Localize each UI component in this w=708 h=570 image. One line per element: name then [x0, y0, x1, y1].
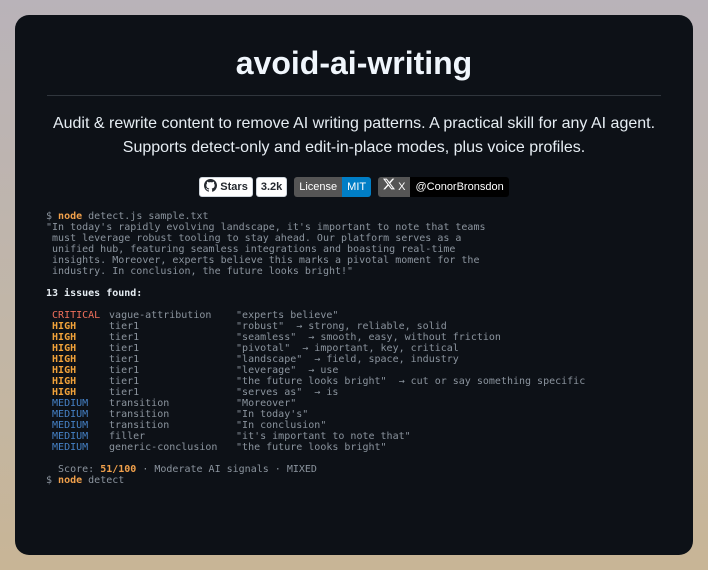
issue-row: MEDIUM filler "it's important to note that…	[46, 431, 585, 442]
x-logo-icon	[383, 177, 396, 197]
issue-match: "In conclusion"	[236, 420, 327, 431]
sample-text-line: unified hub, featuring seamless integrat…	[46, 244, 585, 255]
issue-severity: MEDIUM	[52, 409, 89, 420]
issue-row: HIGH tier1 "pivotal" → important, key, cri…	[46, 343, 585, 354]
description: Audit & rewrite content to remove AI wri…	[15, 112, 693, 160]
score-line: Score: 51/100 · Moderate AI signals · MI…	[46, 464, 585, 475]
prompt-symbol: $	[46, 211, 59, 222]
x-badge-left: X	[378, 177, 411, 197]
issue-row: HIGH tier1 "seamless" → smooth, easy, with…	[46, 332, 585, 343]
sample-text: must leverage robust tooling to stay ahe…	[46, 233, 462, 244]
issue-match: "Moreover"	[236, 398, 297, 409]
description-line-1: Audit & rewrite content to remove AI wri…	[52, 115, 656, 132]
sample-text: industry. In conclusion, the future look…	[46, 266, 354, 277]
issue-category: tier1	[109, 365, 140, 376]
issue-severity: HIGH	[52, 321, 77, 332]
issue-severity: MEDIUM	[52, 442, 89, 453]
issue-row: HIGH tier1 "robust" → strong, reliable, so…	[46, 321, 585, 332]
issue-match: "landscape" → field, space, industry	[236, 354, 459, 365]
x-profile-badge[interactable]: X @ConorBronsdon	[378, 177, 509, 197]
issue-match: "pivotal" → important, key, critical	[236, 343, 459, 354]
issue-severity: HIGH	[52, 354, 77, 365]
issue-category: tier1	[109, 354, 140, 365]
issue-category: transition	[109, 398, 170, 409]
issue-match: "it's important to note that"	[236, 431, 411, 442]
issue-severity: CRITICAL	[52, 310, 101, 321]
score-summary: · Moderate AI signals · MIXED	[136, 464, 317, 475]
issue-match: "serves as" → is	[236, 387, 339, 398]
terminal-output: $ node detect.js sample.txt "In today's r…	[46, 211, 585, 486]
command-args: detect	[82, 475, 125, 486]
page-title: avoid-ai-writing	[235, 45, 473, 81]
score-value: 51/100	[100, 464, 137, 475]
command-line-2: $ node detect	[46, 475, 585, 486]
issue-severity: HIGH	[52, 376, 77, 387]
description-line-2: Supports detect-only and edit-in-place m…	[122, 139, 586, 156]
sample-text-line: insights. Moreover, experts believe this…	[46, 255, 585, 266]
sample-text: unified hub, featuring seamless integrat…	[46, 244, 456, 255]
issue-category: tier1	[109, 387, 140, 398]
issue-severity: HIGH	[52, 365, 77, 376]
issue-category: tier1	[109, 332, 140, 343]
sample-text: insights. Moreover, experts believe this…	[46, 255, 480, 266]
prompt-symbol: $	[46, 475, 59, 486]
issue-match: "seamless" → smooth, easy, without frict…	[236, 332, 501, 343]
issue-match: "the future looks bright" → cut or say s…	[236, 376, 586, 387]
issue-match: "leverage" → use	[236, 365, 339, 376]
github-stars-badge[interactable]: Stars	[199, 177, 253, 197]
sample-text: "In today's rapidly evolving landscape, …	[46, 222, 486, 233]
command-args: detect.js sample.txt	[82, 211, 209, 222]
issue-category: vague-attribution	[109, 310, 212, 321]
issue-row: MEDIUM transition "Moreover"	[46, 398, 585, 409]
issue-row: HIGH tier1 "landscape" → field, space, ind…	[46, 354, 585, 365]
issue-match: "the future looks bright"	[236, 442, 387, 453]
issue-severity: HIGH	[52, 387, 77, 398]
issue-category: transition	[109, 420, 170, 431]
issue-row: CRITICAL vague-attribution "experts believ…	[46, 310, 585, 321]
issue-row: MEDIUM transition "In today's"	[46, 409, 585, 420]
license-value: MIT	[342, 177, 372, 197]
issue-severity: HIGH	[52, 343, 77, 354]
issue-severity: MEDIUM	[52, 431, 89, 442]
score-prefix: Score:	[46, 464, 101, 475]
command-node: node	[58, 475, 83, 486]
issue-category: tier1	[109, 343, 140, 354]
issue-severity: HIGH	[52, 332, 77, 343]
github-stars-label: Stars	[220, 181, 248, 193]
issue-row: MEDIUM transition "In conclusion"	[46, 420, 585, 431]
issue-category: tier1	[109, 376, 140, 387]
sample-text-line: "In today's rapidly evolving landscape, …	[46, 222, 585, 233]
sample-text-line: industry. In conclusion, the future look…	[46, 266, 585, 277]
issue-row: HIGH tier1 "leverage" → use	[46, 365, 585, 376]
x-label: X	[398, 181, 406, 193]
issue-category: filler	[109, 431, 146, 442]
issue-row: HIGH tier1 "the future looks bright" → cut…	[46, 376, 585, 387]
issue-row: HIGH tier1 "serves as" → is	[46, 387, 585, 398]
badge-row: Stars 3.2k License MIT X @ConorBronsdon	[15, 177, 693, 197]
issue-category: generic-conclusion	[109, 442, 218, 453]
license-label: License	[294, 177, 343, 197]
issue-category: tier1	[109, 321, 140, 332]
command-line: $ node detect.js sample.txt	[46, 211, 585, 222]
issue-match: "robust" → strong, reliable, solid	[236, 321, 447, 332]
issue-match: "experts believe"	[236, 310, 339, 321]
issue-severity: MEDIUM	[52, 398, 89, 409]
issue-category: transition	[109, 409, 170, 420]
issues-header-line: 13 issues found:	[46, 288, 585, 299]
github-icon	[204, 179, 218, 195]
command-node: node	[58, 211, 83, 222]
github-stars-count[interactable]: 3.2k	[255, 177, 288, 197]
x-handle: @ConorBronsdon	[410, 177, 509, 197]
issue-row: MEDIUM generic-conclusion "the future look…	[46, 442, 585, 453]
issues-header: 13 issues found:	[46, 288, 143, 299]
issue-match: "In today's"	[236, 409, 309, 420]
sample-text-line: must leverage robust tooling to stay ahe…	[46, 233, 585, 244]
issue-severity: MEDIUM	[52, 420, 89, 431]
license-badge[interactable]: License MIT	[294, 177, 372, 197]
title-divider	[47, 95, 661, 96]
